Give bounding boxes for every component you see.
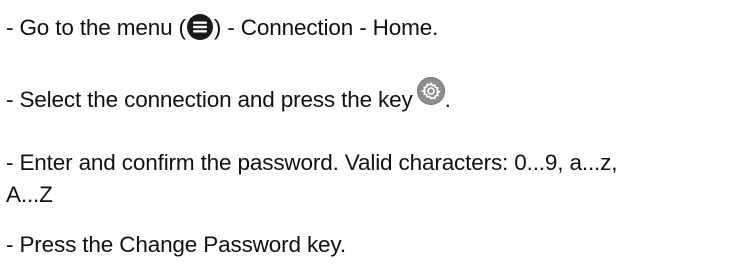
step2-text-before: - Select the connection and press the ke… bbox=[6, 87, 413, 112]
instructions-document: - Go to the menu ( ) - Connection - Home.… bbox=[0, 0, 734, 270]
step1-text-before: - Go to the menu ( bbox=[6, 15, 186, 40]
gear-icon bbox=[416, 77, 445, 106]
step-enter-password-line2: A...Z bbox=[6, 182, 53, 207]
step-select-connection: - Select the connection and press the ke… bbox=[6, 77, 451, 115]
step-go-to-menu: - Go to the menu ( ) - Connection - Home. bbox=[6, 14, 438, 42]
step1-text-after: ) - Connection - Home. bbox=[213, 15, 439, 40]
step2-text-after: . bbox=[444, 87, 451, 112]
step-press-change-password: - Press the Change Password key. bbox=[6, 232, 346, 257]
menu-icon bbox=[186, 14, 213, 41]
step-enter-password-line1: - Enter and confirm the password. Valid … bbox=[6, 150, 618, 175]
